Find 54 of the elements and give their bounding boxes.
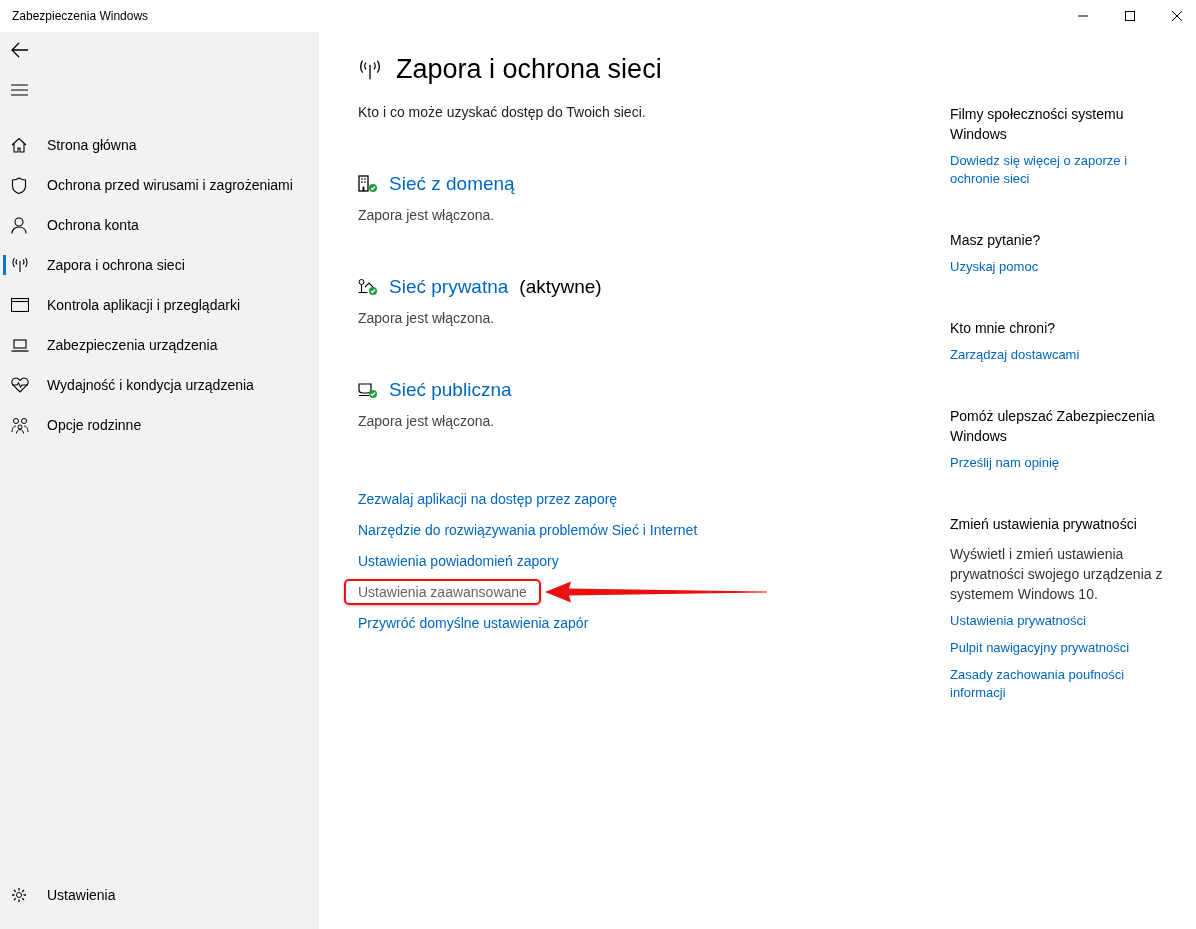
help-link[interactable]: Uzyskaj pomoc bbox=[950, 258, 1170, 276]
antenna-icon bbox=[358, 58, 382, 81]
family-icon bbox=[11, 416, 29, 434]
section-heading: Zmień ustawienia prywatności bbox=[950, 515, 1138, 534]
person-icon bbox=[11, 216, 27, 234]
nav-item[interactable]: Zabezpieczenia urządzenia bbox=[0, 325, 319, 365]
heart-pulse-icon bbox=[11, 377, 29, 393]
page-title: Zapora i ochrona sieci bbox=[396, 54, 662, 85]
shield-icon bbox=[11, 176, 27, 194]
firewall-status: Zapora jest włączona. bbox=[358, 413, 496, 429]
menu-icon[interactable] bbox=[11, 84, 28, 96]
cup-check-icon bbox=[358, 381, 378, 399]
settings-link[interactable]: Przywróć domyślne ustawienia zapór bbox=[358, 615, 589, 631]
maximize-icon[interactable] bbox=[1124, 10, 1136, 22]
settings-link[interactable]: Zezwalaj aplikacji na dostęp przez zaporę bbox=[358, 491, 618, 507]
section-heading: Pomóż ulepszać Zabezpieczenia Windows bbox=[950, 407, 1156, 446]
nav-item[interactable]: Strona główna bbox=[0, 125, 319, 165]
firewall-status: Zapora jest włączona. bbox=[358, 310, 496, 326]
help-link[interactable]: Dowiedz się więcej o zaporze i ochronie sieci bbox=[950, 152, 1170, 188]
window-icon bbox=[11, 298, 29, 312]
building-check-icon bbox=[358, 175, 378, 193]
network-link[interactable]: Sieć prywatna bbox=[389, 276, 509, 298]
settings-icon bbox=[11, 887, 27, 903]
settings-link[interactable]: Narzędzie do rozwiązywania problemów Sieć i Internet bbox=[358, 522, 698, 538]
settings-link[interactable]: Ustawienia powiadomień zapory bbox=[358, 553, 559, 569]
nav-item[interactable]: Ochrona przed wirusami i zagrożeniami bbox=[0, 165, 319, 205]
settings-item[interactable]: Ustawienia bbox=[0, 875, 319, 915]
page-subtitle: Kto i co może uzyskać dostęp do Twoich sieci. bbox=[358, 104, 647, 120]
window-title: Zabezpieczenia Windows bbox=[12, 9, 149, 23]
antenna-icon bbox=[11, 257, 29, 273]
section-heading: Kto mnie chroni? bbox=[950, 319, 1057, 338]
section-heading: Filmy społeczności systemu Windows bbox=[950, 105, 1125, 144]
firewall-status: Zapora jest włączona. bbox=[358, 207, 496, 223]
nav-item[interactable]: Kontrola aplikacji i przeglądarki bbox=[0, 285, 319, 325]
back-arrow-icon[interactable] bbox=[11, 42, 29, 58]
nav-item[interactable]: Opcje rodzinne bbox=[0, 405, 319, 445]
help-link[interactable]: Ustawienia prywatności bbox=[950, 612, 1170, 630]
laptop-icon bbox=[11, 338, 29, 352]
nav-item[interactable]: Ochrona konta bbox=[0, 205, 319, 245]
settings-link[interactable]: Ustawienia zaawansowane bbox=[344, 579, 541, 605]
home-icon bbox=[11, 137, 27, 153]
active-label: (aktywne) bbox=[519, 276, 602, 298]
help-link[interactable]: Zasady zachowania poufności informacji bbox=[950, 666, 1170, 702]
close-icon[interactable] bbox=[1171, 10, 1183, 22]
network-link[interactable]: Sieć publiczna bbox=[389, 379, 512, 401]
nav-item[interactable]: Wydajność i kondycja urządzenia bbox=[0, 365, 319, 405]
nav-item[interactable]: Zapora i ochrona sieci bbox=[0, 245, 319, 285]
help-link[interactable]: Pulpit nawigacyjny prywatności bbox=[950, 639, 1170, 657]
section-heading: Masz pytanie? bbox=[950, 231, 1042, 250]
section-text: Wyświetl i zmień ustawienia prywatności swojego urządzenia z systemem Windows 10. bbox=[950, 545, 1164, 604]
network-link[interactable]: Sieć z domeną bbox=[389, 173, 515, 195]
house-tree-check-icon bbox=[358, 278, 378, 296]
help-link[interactable]: Zarządzaj dostawcami bbox=[950, 346, 1170, 364]
help-link[interactable]: Prześlij nam opinię bbox=[950, 454, 1170, 472]
